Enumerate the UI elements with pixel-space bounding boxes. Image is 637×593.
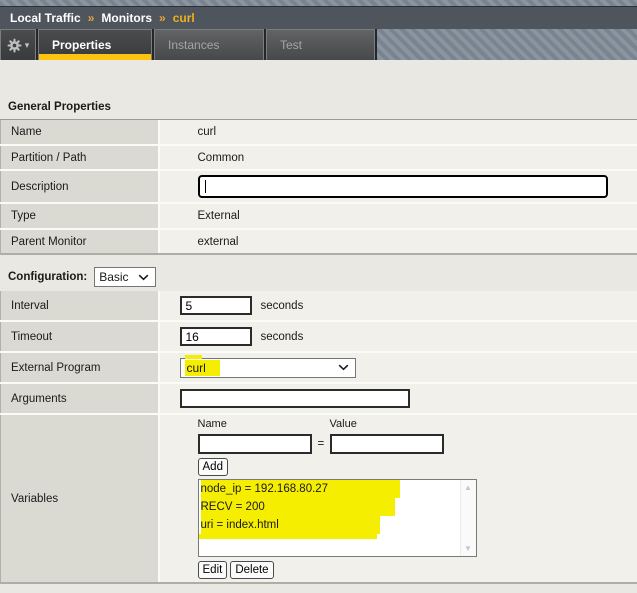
breadcrumb-separator: » — [159, 11, 166, 25]
marker-highlight-tail — [198, 534, 377, 539]
external-program-select[interactable]: curl — [179, 354, 356, 378]
equals-sign: = — [317, 438, 325, 450]
description-label: Description — [0, 170, 160, 204]
variables-listbox[interactable]: node_ip = 192.168.80.27 RECV = 200 uri =… — [197, 479, 477, 557]
text-caret — [204, 180, 206, 193]
scroll-down-icon[interactable]: ▼ — [464, 544, 472, 553]
breadcrumb-item-local-traffic[interactable]: Local Traffic — [10, 11, 81, 25]
list-item[interactable]: uri = index.html — [199, 516, 476, 534]
variables-editor: Name Value = Add node_ip = 192.168.80.27… — [197, 418, 637, 579]
timeout-unit-label: seconds — [260, 330, 304, 343]
tab-properties[interactable]: Properties — [38, 29, 152, 60]
timeout-input[interactable] — [179, 327, 252, 346]
section-title: General Properties — [8, 101, 111, 113]
arguments-label: Arguments — [0, 383, 160, 415]
parent-monitor-value: external — [158, 229, 637, 255]
description-input[interactable] — [197, 175, 608, 198]
configuration-mode-value: Basic — [99, 270, 129, 284]
variables-value-header: Value — [329, 418, 357, 430]
arguments-input[interactable] — [179, 389, 410, 408]
variables-label: Variables — [0, 414, 160, 584]
configuration-mode-select[interactable]: Basic — [94, 267, 157, 287]
tab-instances-label: Instances — [168, 38, 220, 52]
table-row: Arguments — [0, 383, 637, 415]
menu-caret-icon: ▾ — [24, 39, 30, 50]
variable-value-input[interactable] — [330, 434, 445, 454]
breadcrumb: Local Traffic » Monitors » curl — [0, 6, 637, 29]
table-row: Partition / Path Common — [0, 145, 637, 171]
external-program-value: curl — [184, 359, 220, 376]
listbox-scrollbar[interactable]: ▲ ▼ — [459, 480, 476, 556]
interval-input[interactable] — [179, 296, 252, 315]
table-row: Timeout seconds — [0, 321, 637, 353]
name-label: Name — [0, 120, 160, 146]
delete-button[interactable]: Delete — [230, 561, 274, 579]
list-item[interactable]: node_ip = 192.168.80.27 — [199, 480, 476, 498]
table-row: Variables Name Value = Add node_ip = 192… — [0, 414, 637, 584]
tabs-group: ▾ Properties Instances Test — [0, 29, 377, 60]
breadcrumb-item-monitors[interactable]: Monitors — [101, 11, 152, 25]
options-menu-button[interactable]: ▾ — [0, 29, 36, 60]
partition-value: Common — [158, 145, 637, 171]
table-row: Name curl — [0, 120, 637, 146]
interval-label: Interval — [0, 291, 160, 322]
configuration-label: Configuration: — [8, 271, 88, 283]
list-item[interactable]: RECV = 200 — [199, 498, 476, 516]
configuration-header: Configuration: Basic — [8, 267, 637, 287]
chevron-down-icon — [138, 274, 149, 280]
breadcrumb-separator: » — [87, 11, 95, 25]
scroll-up-icon[interactable]: ▲ — [464, 483, 472, 492]
type-label: Type — [0, 203, 160, 230]
tab-bar: ▾ Properties Instances Test — [0, 29, 637, 60]
edit-button[interactable]: Edit — [197, 561, 228, 579]
chevron-down-icon — [338, 364, 348, 371]
external-program-label: External Program — [0, 352, 160, 384]
variables-name-header: Name — [197, 418, 227, 430]
tab-test-label: Test — [280, 38, 303, 52]
tab-test[interactable]: Test — [266, 29, 375, 60]
interval-unit-label: seconds — [260, 299, 304, 312]
tab-instances[interactable]: Instances — [154, 29, 264, 60]
table-row: Type External — [0, 203, 637, 230]
gear-icon — [7, 38, 22, 53]
general-properties-section-header: General Properties — [0, 97, 637, 120]
configuration-table: Interval seconds Timeout seconds Externa… — [0, 291, 637, 584]
table-row: Interval seconds — [0, 291, 637, 322]
parent-monitor-label: Parent Monitor — [0, 229, 160, 255]
table-row: External Program curl — [0, 352, 637, 384]
timeout-label: Timeout — [0, 321, 160, 353]
partition-label: Partition / Path — [0, 145, 160, 171]
add-button[interactable]: Add — [197, 458, 228, 476]
tab-properties-label: Properties — [52, 38, 112, 52]
table-row: Description — [0, 170, 637, 204]
breadcrumb-item-current: curl — [172, 11, 195, 25]
type-value: External — [158, 203, 637, 230]
marker-highlight-smudge — [184, 354, 202, 359]
active-tab-underline — [39, 54, 151, 60]
table-row: Parent Monitor external — [0, 229, 637, 255]
variables-column-headers: Name Value — [198, 418, 637, 430]
general-properties-table: Name curl Partition / Path Common Descri… — [0, 120, 637, 255]
name-value: curl — [158, 120, 637, 146]
variable-name-input[interactable] — [197, 434, 312, 454]
